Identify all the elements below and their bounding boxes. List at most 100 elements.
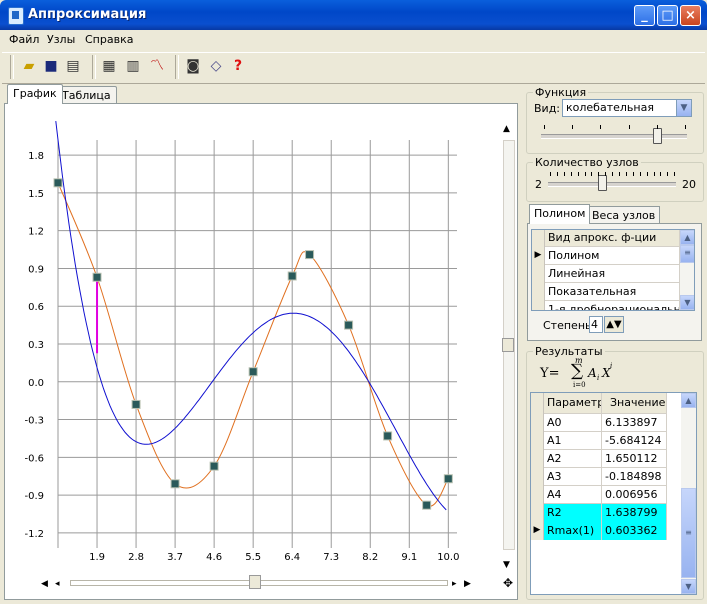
y-tick-label: -0.9 — [24, 491, 44, 502]
result-value[interactable]: 1.650112 — [602, 450, 667, 468]
y-tick-label: -0.3 — [24, 416, 44, 427]
y-tick-label: -0.6 — [24, 453, 44, 464]
chevron-down-icon[interactable]: ▼ — [676, 100, 691, 116]
node-point — [53, 178, 63, 188]
approx-grid-cell[interactable]: Линейная — [545, 265, 680, 282]
slider-tick — [674, 172, 676, 176]
result-value[interactable]: 1.638799 — [602, 504, 667, 522]
formula: Y= m ∑ i=0 A i X i — [540, 356, 660, 391]
scroll-down-icon[interactable]: ▼ — [681, 579, 696, 594]
results-row[interactable]: A4 0.006956 — [531, 486, 667, 504]
function-type-select[interactable]: колебательная — [562, 99, 692, 117]
scroll-thumb[interactable]: ≡ — [680, 245, 694, 263]
y-tick-label: 0.9 — [28, 264, 44, 275]
approx-grid-scrollbar[interactable]: ▲ ≡ ▼ — [680, 230, 694, 310]
results-row[interactable]: A0 6.133897 — [531, 414, 667, 432]
approx-grid-cell[interactable]: 1-я дробнорациональная — [545, 301, 680, 310]
horizontal-scroll-thumb[interactable] — [249, 575, 261, 589]
row-indicator — [531, 486, 544, 504]
result-value[interactable]: 6.133897 — [602, 414, 667, 432]
slider-tick — [629, 125, 630, 129]
result-value[interactable]: -0.184898 — [602, 468, 667, 486]
scroll-right-step-icon[interactable]: ▸ — [452, 579, 457, 589]
scroll-left-icon[interactable]: ◀ — [41, 579, 48, 589]
approx-grid-row[interactable]: Показательная — [532, 283, 680, 301]
x-tick-label: 4.6 — [206, 552, 222, 563]
scroll-up-icon[interactable]: ▲ — [681, 393, 696, 408]
scroll-up-icon[interactable]: ▲ — [503, 124, 510, 134]
row-indicator — [531, 504, 544, 522]
row-indicator — [531, 432, 544, 450]
approx-grid-row[interactable]: Линейная — [532, 265, 680, 283]
node-point — [170, 479, 180, 489]
vertical-scroll-thumb[interactable] — [502, 338, 514, 352]
formula-lower: i=0 — [573, 381, 586, 389]
tab-node-weights[interactable]: Веса узлов — [587, 206, 661, 224]
function-slider-track[interactable] — [541, 134, 687, 139]
function-group-legend: Функция — [535, 86, 587, 99]
node-point — [209, 461, 219, 471]
result-param[interactable]: A3 — [544, 468, 602, 486]
approx-grid-row[interactable]: ▶ Полином — [532, 247, 680, 265]
node-point — [422, 500, 432, 510]
tab-polynom[interactable]: Полином — [529, 204, 591, 224]
scroll-left-step-icon[interactable]: ◂ — [55, 579, 60, 589]
formula-sum: ∑ — [571, 361, 584, 381]
result-value[interactable]: 0.603362 — [602, 522, 667, 540]
slider-tick — [577, 172, 579, 176]
slider-tick — [605, 172, 607, 176]
results-scrollbar[interactable]: ▲ ≡ ▼ — [681, 393, 696, 594]
function-slider-thumb[interactable] — [653, 128, 662, 144]
x-tick-label: 2.8 — [128, 552, 144, 563]
results-header-value: Значение — [602, 393, 667, 414]
scroll-down-icon[interactable]: ▼ — [680, 295, 694, 310]
scroll-right-icon[interactable]: ▶ — [464, 579, 471, 589]
result-value[interactable]: 0.006956 — [602, 486, 667, 504]
nodes-min-label: 2 — [535, 178, 542, 191]
results-row[interactable]: A1 -5.684124 — [531, 432, 667, 450]
row-indicator — [532, 230, 545, 247]
approx-grid-cell[interactable]: Показательная — [545, 283, 680, 300]
node-point — [383, 431, 393, 441]
results-row[interactable]: R2 1.638799 — [531, 504, 667, 522]
row-indicator — [532, 301, 545, 310]
scroll-down-icon[interactable]: ▼ — [503, 560, 510, 570]
approx-grid-cell[interactable]: Полином — [545, 247, 680, 264]
result-param[interactable]: A2 — [544, 450, 602, 468]
tab-graph[interactable]: График — [7, 84, 63, 104]
slider-tick — [550, 172, 551, 176]
y-tick-label: -1.2 — [24, 529, 44, 540]
result-param[interactable]: Rmax(1) — [544, 522, 602, 540]
x-tick-label: 1.9 — [89, 552, 105, 563]
slider-tick — [685, 125, 686, 129]
move-icon[interactable]: ✥ — [503, 577, 513, 589]
degree-input[interactable]: 4 — [589, 316, 603, 333]
approx-grid-header-row: Вид апрокс. ф-ции — [532, 230, 680, 247]
approx-grid-row[interactable]: 1-я дробнорациональная — [532, 301, 680, 310]
series-polynomial — [55, 121, 447, 511]
degree-spin-button[interactable]: ▲▼ — [604, 316, 624, 333]
formula-prefix: Y= — [540, 366, 560, 381]
row-indicator — [531, 393, 544, 414]
results-row[interactable]: A2 1.650112 — [531, 450, 667, 468]
result-param[interactable]: R2 — [544, 504, 602, 522]
result-param[interactable]: A1 — [544, 432, 602, 450]
row-indicator — [532, 283, 545, 301]
results-row[interactable]: ▶ Rmax(1) 0.603362 — [531, 522, 667, 540]
scroll-up-icon[interactable]: ▲ — [680, 230, 694, 245]
slider-tick — [598, 172, 600, 176]
function-group: Функция — [526, 86, 704, 154]
nodes-slider-thumb[interactable] — [597, 175, 607, 191]
x-tick-label: 3.7 — [167, 552, 183, 563]
x-tick-label: 5.5 — [245, 552, 261, 563]
result-param[interactable]: A4 — [544, 486, 602, 504]
y-tick-label: 0.0 — [28, 378, 44, 389]
node-point — [344, 320, 354, 330]
nodes-slider-track[interactable] — [548, 182, 676, 187]
result-param[interactable]: A0 — [544, 414, 602, 432]
scroll-thumb[interactable]: ≡ — [681, 488, 696, 578]
result-value[interactable]: -5.684124 — [602, 432, 667, 450]
node-point — [287, 271, 297, 281]
slider-tick — [653, 172, 655, 176]
results-row[interactable]: A3 -0.184898 — [531, 468, 667, 486]
